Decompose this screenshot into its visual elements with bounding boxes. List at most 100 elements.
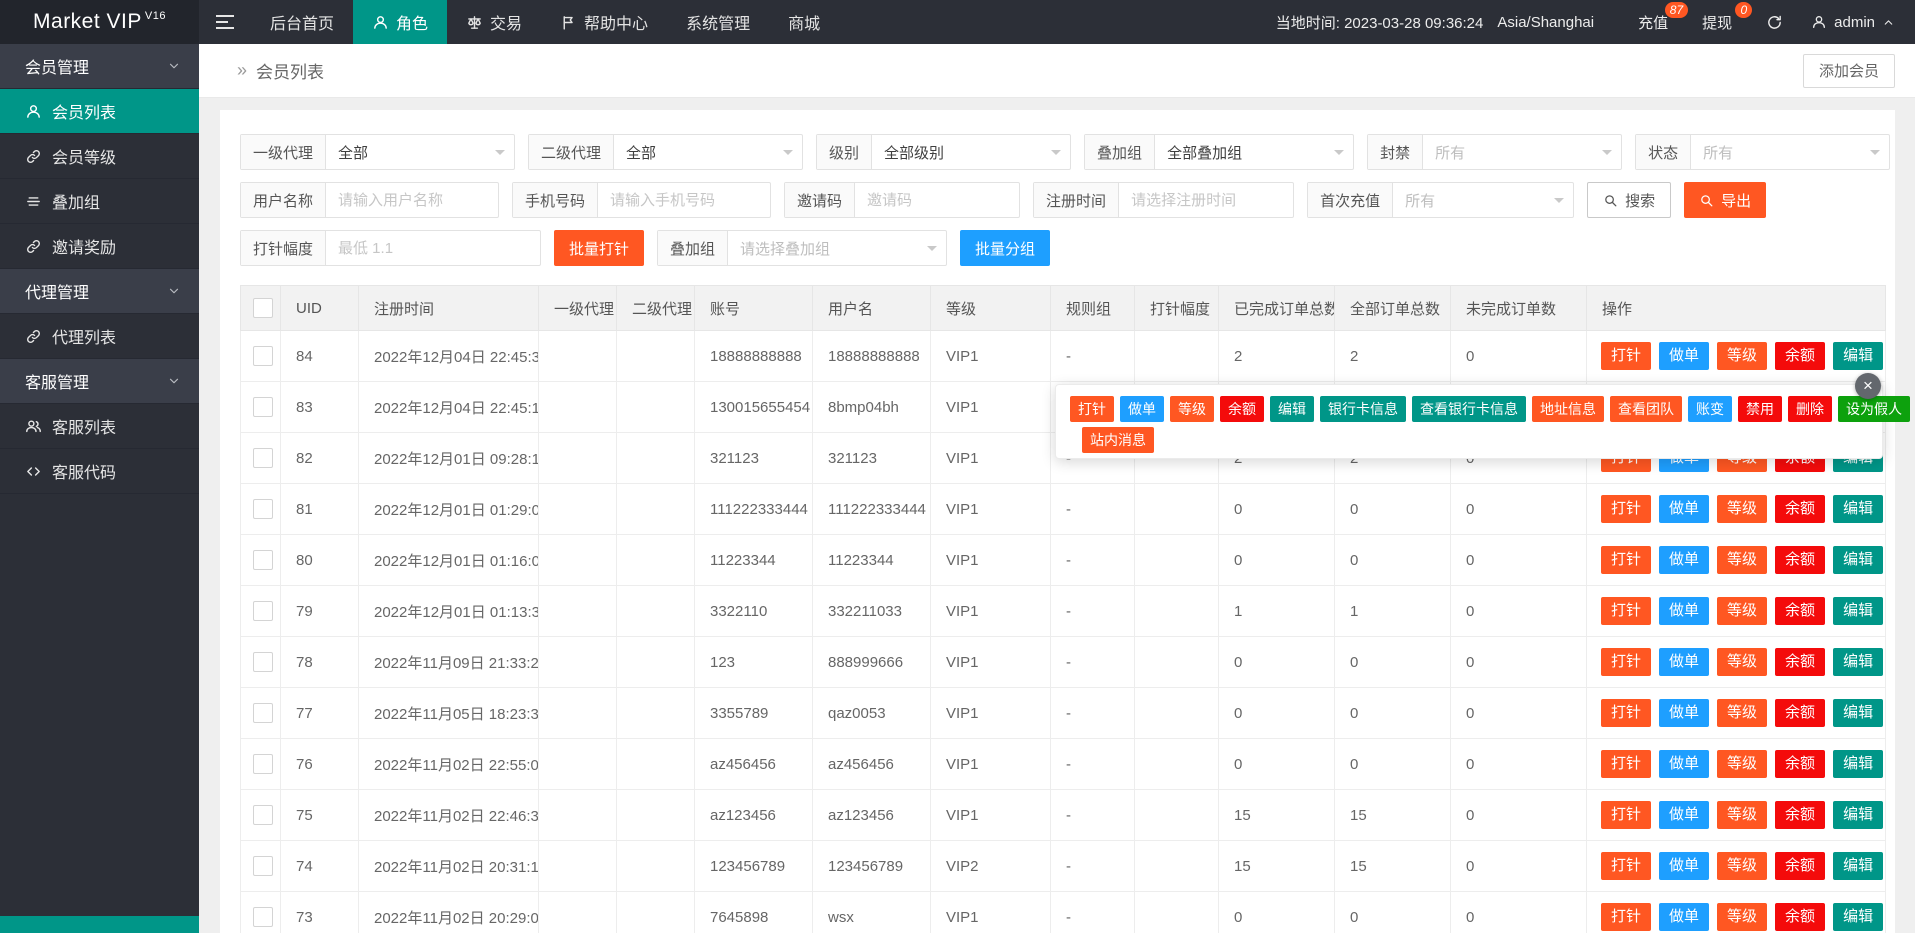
popup-action-set-fake-button[interactable]: 设为假人 (1838, 396, 1910, 422)
sidebar-item-agent-list[interactable]: 代理列表 (0, 314, 199, 359)
nav-item-roles[interactable]: 角色 (353, 0, 447, 44)
nav-item-mall[interactable]: 商城 (769, 0, 839, 44)
row-action-level-button[interactable]: 等级 (1717, 546, 1767, 574)
sidebar-section-agent-management[interactable]: 代理管理 (0, 269, 199, 314)
row-action-level-button[interactable]: 等级 (1717, 648, 1767, 676)
row-action-level-button[interactable]: 等级 (1717, 495, 1767, 523)
sidebar-item-member-level[interactable]: 会员等级 (0, 134, 199, 179)
add-member-button[interactable]: 添加会员 (1803, 54, 1895, 88)
batch-inject-button[interactable]: 批量打针 (554, 230, 644, 266)
row-action-level-button[interactable]: 等级 (1717, 597, 1767, 625)
filter-invite-code-input[interactable] (855, 183, 1019, 217)
row-action-inject-button[interactable]: 打针 (1601, 597, 1651, 625)
row-action-edit-button[interactable]: 编辑 (1833, 648, 1883, 676)
row-checkbox[interactable] (253, 703, 273, 723)
popup-action-address-info-button[interactable]: 地址信息 (1532, 396, 1604, 422)
filter-first-recharge-select[interactable]: 所有 (1393, 183, 1573, 217)
row-action-make-order-button[interactable]: 做单 (1659, 342, 1709, 370)
row-action-balance-button[interactable]: 余额 (1775, 648, 1825, 676)
row-action-level-button[interactable]: 等级 (1717, 342, 1767, 370)
row-action-edit-button[interactable]: 编辑 (1833, 750, 1883, 778)
row-action-inject-button[interactable]: 打针 (1601, 342, 1651, 370)
row-action-balance-button[interactable]: 余额 (1775, 597, 1825, 625)
sidebar-item-member-list[interactable]: 会员列表 (0, 89, 199, 134)
popup-action-bank-card-info-button[interactable]: 银行卡信息 (1320, 396, 1406, 422)
filter-agent1-select[interactable]: 全部 (326, 135, 514, 169)
filter-stack-group-select[interactable]: 全部叠加组 (1155, 135, 1353, 169)
sidebar-section-member-management[interactable]: 会员管理 (0, 44, 199, 89)
row-action-edit-button[interactable]: 编辑 (1833, 852, 1883, 880)
filter-inject-range-input[interactable] (326, 231, 540, 265)
popup-action-make-order-button[interactable]: 做单 (1120, 396, 1164, 422)
popup-action-view-team-button[interactable]: 查看团队 (1610, 396, 1682, 422)
filter-reg-time-input[interactable] (1119, 183, 1293, 217)
row-checkbox[interactable] (253, 754, 273, 774)
row-action-edit-button[interactable]: 编辑 (1833, 801, 1883, 829)
row-action-edit-button[interactable]: 编辑 (1833, 342, 1883, 370)
row-action-make-order-button[interactable]: 做单 (1659, 597, 1709, 625)
row-checkbox[interactable] (253, 856, 273, 876)
select-all-checkbox[interactable] (253, 298, 273, 318)
filter-agent2-select[interactable]: 全部 (614, 135, 802, 169)
row-action-make-order-button[interactable]: 做单 (1659, 699, 1709, 727)
row-checkbox[interactable] (253, 397, 273, 417)
row-action-inject-button[interactable]: 打针 (1601, 903, 1651, 931)
filter-status-select[interactable]: 所有 (1691, 135, 1889, 169)
row-action-edit-button[interactable]: 编辑 (1833, 699, 1883, 727)
row-action-level-button[interactable]: 等级 (1717, 750, 1767, 778)
export-button[interactable]: 导出 (1684, 182, 1766, 218)
row-action-edit-button[interactable]: 编辑 (1833, 546, 1883, 574)
row-action-balance-button[interactable]: 余额 (1775, 750, 1825, 778)
withdraw-link[interactable]: 提现 0 (1702, 12, 1732, 33)
filter-level-select[interactable]: 全部级别 (872, 135, 1070, 169)
batch-group-button[interactable]: 批量分组 (960, 230, 1050, 266)
row-checkbox[interactable] (253, 652, 273, 672)
popup-action-view-bank-card-info-button[interactable]: 查看银行卡信息 (1412, 396, 1526, 422)
row-checkbox[interactable] (253, 805, 273, 825)
row-action-inject-button[interactable]: 打针 (1601, 852, 1651, 880)
filter-username-input[interactable] (326, 183, 498, 217)
popup-action-delete-button[interactable]: 删除 (1788, 396, 1832, 422)
row-checkbox[interactable] (253, 499, 273, 519)
row-checkbox[interactable] (253, 550, 273, 570)
row-checkbox[interactable] (253, 448, 273, 468)
row-action-make-order-button[interactable]: 做单 (1659, 801, 1709, 829)
popup-action-level-button[interactable]: 等级 (1170, 396, 1214, 422)
sidebar-item-service-code[interactable]: 客服代码 (0, 449, 199, 494)
row-action-balance-button[interactable]: 余额 (1775, 495, 1825, 523)
sidebar-item-invite-reward[interactable]: 邀请奖励 (0, 224, 199, 269)
row-action-inject-button[interactable]: 打针 (1601, 495, 1651, 523)
row-action-make-order-button[interactable]: 做单 (1659, 750, 1709, 778)
row-action-balance-button[interactable]: 余额 (1775, 903, 1825, 931)
filter-ban-select[interactable]: 所有 (1423, 135, 1621, 169)
row-action-balance-button[interactable]: 余额 (1775, 852, 1825, 880)
nav-item-home[interactable]: 后台首页 (251, 0, 353, 44)
row-action-make-order-button[interactable]: 做单 (1659, 648, 1709, 676)
user-menu[interactable]: admin (1811, 14, 1895, 31)
sidebar-item-stack-group[interactable]: 叠加组 (0, 179, 199, 224)
row-action-balance-button[interactable]: 余额 (1775, 699, 1825, 727)
row-action-make-order-button[interactable]: 做单 (1659, 546, 1709, 574)
search-button[interactable]: 搜索 (1587, 182, 1671, 218)
row-action-level-button[interactable]: 等级 (1717, 699, 1767, 727)
close-icon[interactable]: × (1855, 373, 1881, 399)
recharge-link[interactable]: 充值 87 (1638, 12, 1668, 33)
row-checkbox[interactable] (253, 601, 273, 621)
row-action-inject-button[interactable]: 打针 (1601, 801, 1651, 829)
row-action-edit-button[interactable]: 编辑 (1833, 903, 1883, 931)
row-action-edit-button[interactable]: 编辑 (1833, 495, 1883, 523)
popup-action-inject-button[interactable]: 打针 (1070, 396, 1114, 422)
row-action-inject-button[interactable]: 打针 (1601, 648, 1651, 676)
row-action-balance-button[interactable]: 余额 (1775, 342, 1825, 370)
row-action-balance-button[interactable]: 余额 (1775, 546, 1825, 574)
row-action-make-order-button[interactable]: 做单 (1659, 495, 1709, 523)
row-action-inject-button[interactable]: 打针 (1601, 750, 1651, 778)
nav-item-system[interactable]: 系统管理 (667, 0, 769, 44)
row-action-level-button[interactable]: 等级 (1717, 801, 1767, 829)
popup-action-site-message-button[interactable]: 站内消息 (1082, 427, 1154, 453)
row-action-balance-button[interactable]: 余额 (1775, 801, 1825, 829)
filter-phone-input[interactable] (598, 183, 770, 217)
popup-action-disable-button[interactable]: 禁用 (1738, 396, 1782, 422)
hamburger-icon[interactable] (199, 0, 251, 44)
row-checkbox[interactable] (253, 346, 273, 366)
